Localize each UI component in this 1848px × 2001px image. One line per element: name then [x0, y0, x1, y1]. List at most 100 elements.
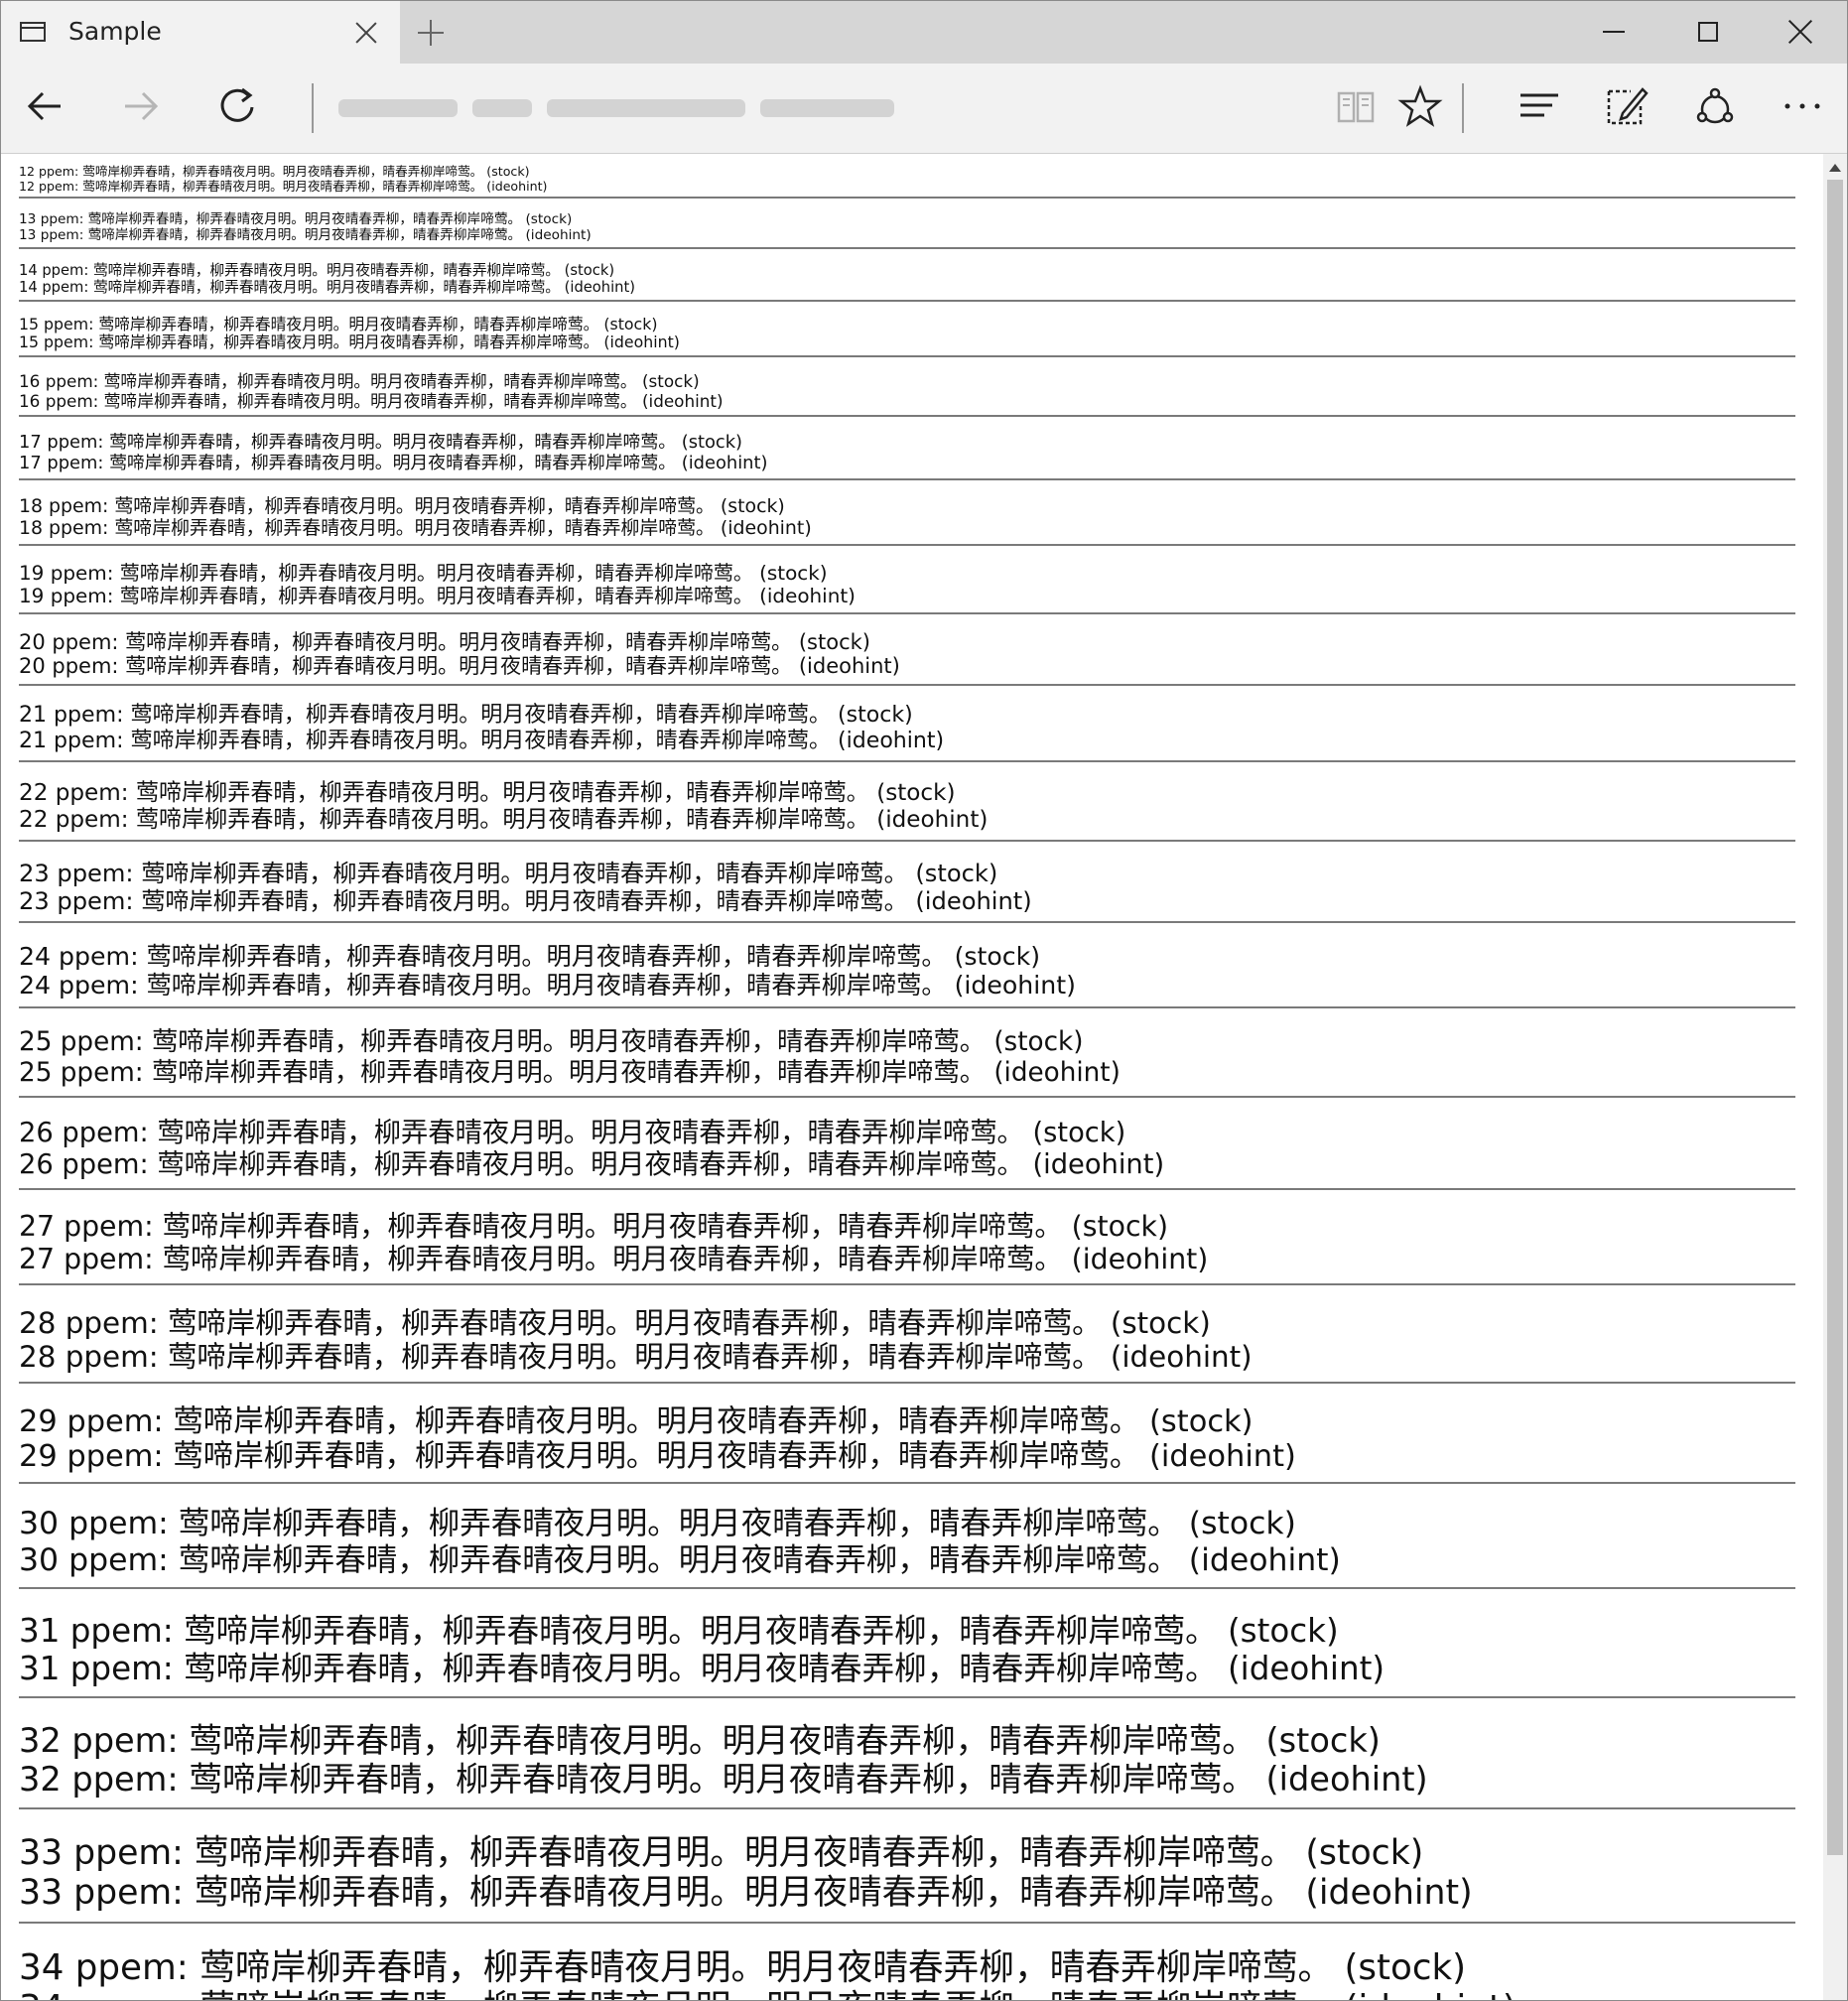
page-icon: [20, 22, 46, 42]
sample-line-stock: 22 ppem: 莺啼岸柳弄春晴，柳弄春晴夜月明。明月夜晴春弄柳，晴春弄柳岸啼莺…: [19, 780, 956, 806]
sample-line-stock: 26 ppem: 莺啼岸柳弄春晴，柳弄春晴夜月明。明月夜晴春弄柳，晴春弄柳岸啼莺…: [19, 1118, 1126, 1148]
sample-section: 30 ppem: 莺啼岸柳弄春晴，柳弄春晴夜月明。明月夜晴春弄柳，晴春弄柳岸啼莺…: [19, 1506, 1795, 1589]
sample-section: 21 ppem: 莺啼岸柳弄春晴，柳弄春晴夜月明。明月夜晴春弄柳，晴春弄柳岸啼莺…: [19, 703, 1795, 762]
blurred-url-segment: [760, 99, 894, 117]
book-icon[interactable]: [1331, 81, 1381, 131]
sample-line-ideohint: 29 ppem: 莺啼岸柳弄春晴，柳弄春晴夜月明。明月夜晴春弄柳，晴春弄柳岸啼莺…: [19, 1439, 1296, 1474]
sample-line-ideohint: 27 ppem: 莺啼岸柳弄春晴，柳弄春晴夜月明。明月夜晴春弄柳，晴春弄柳岸啼莺…: [19, 1243, 1209, 1275]
sample-section: 29 ppem: 莺啼岸柳弄春晴，柳弄春晴夜月明。明月夜晴春弄柳，晴春弄柳岸啼莺…: [19, 1404, 1795, 1484]
sample-line-stock: 23 ppem: 莺啼岸柳弄春晴，柳弄春晴夜月明。明月夜晴春弄柳，晴春弄柳岸啼莺…: [19, 860, 998, 887]
sample-line-stock: 17 ppem: 莺啼岸柳弄春晴，柳弄春晴夜月明。明月夜晴春弄柳，晴春弄柳岸啼莺…: [19, 432, 743, 453]
sample-line-ideohint: 23 ppem: 莺啼岸柳弄春晴，柳弄春晴夜月明。明月夜晴春弄柳，晴春弄柳岸啼莺…: [19, 887, 1032, 915]
sample-line-ideohint: 21 ppem: 莺啼岸柳弄春晴，柳弄春晴夜月明。明月夜晴春弄柳，晴春弄柳岸啼莺…: [19, 729, 945, 753]
refresh-icon[interactable]: [212, 81, 262, 131]
share-icon[interactable]: [1690, 81, 1740, 131]
sample-line-ideohint: 33 ppem: 莺啼岸柳弄春晴，柳弄春晴夜月明。明月夜晴春弄柳，晴春弄柳岸啼莺…: [19, 1873, 1473, 1913]
sample-line-ideohint: 24 ppem: 莺啼岸柳弄春晴，柳弄春晴夜月明。明月夜晴春弄柳，晴春弄柳岸啼莺…: [19, 971, 1076, 1000]
sample-section: 32 ppem: 莺啼岸柳弄春晴，柳弄春晴夜月明。明月夜晴春弄柳，晴春弄柳岸啼莺…: [19, 1721, 1795, 1809]
scroll-thumb[interactable]: [1827, 180, 1843, 1855]
sample-section: 25 ppem: 莺啼岸柳弄春晴，柳弄春晴夜月明。明月夜晴春弄柳，晴春弄柳岸啼莺…: [19, 1027, 1795, 1098]
navigation-bar: [1, 64, 1847, 154]
sample-line-stock: 34 ppem: 莺啼岸柳弄春晴，柳弄春晴夜月明。明月夜晴春弄柳，晴春弄柳岸啼莺…: [19, 1947, 1467, 1988]
sample-line-ideohint: 28 ppem: 莺啼岸柳弄春晴，柳弄春晴夜月明。明月夜晴春弄柳，晴春弄柳岸啼莺…: [19, 1340, 1253, 1374]
sample-section: 20 ppem: 莺啼岸柳弄春晴，柳弄春晴夜月明。明月夜晴春弄柳，晴春弄柳岸啼莺…: [19, 630, 1795, 686]
sample-line-ideohint: 30 ppem: 莺啼岸柳弄春晴，柳弄春晴夜月明。明月夜晴春弄柳，晴春弄柳岸啼莺…: [19, 1542, 1341, 1578]
sample-line-stock: 12 ppem: 莺啼岸柳弄春晴，柳弄春晴夜月明。明月夜晴春弄柳，晴春弄柳岸啼莺…: [19, 164, 530, 179]
sample-line-ideohint: 26 ppem: 莺啼岸柳弄春晴，柳弄春晴夜月明。明月夜晴春弄柳，晴春弄柳岸啼莺…: [19, 1149, 1165, 1180]
sample-line-ideohint: 19 ppem: 莺啼岸柳弄春晴，柳弄春晴夜月明。明月夜晴春弄柳，晴春弄柳岸啼莺…: [19, 584, 856, 607]
vertical-scrollbar[interactable]: [1823, 154, 1847, 2000]
new-tab-plus-icon[interactable]: [418, 20, 444, 46]
pen-note-icon[interactable]: [1601, 81, 1650, 131]
sample-section: 34 ppem: 莺啼岸柳弄春晴，柳弄春晴夜月明。明月夜晴春弄柳，晴春弄柳岸啼莺…: [19, 1947, 1795, 2000]
back-arrow-icon[interactable]: [21, 81, 70, 131]
sample-line-stock: 31 ppem: 莺啼岸柳弄春晴，柳弄春晴夜月明。明月夜晴春弄柳，晴春弄柳岸啼莺…: [19, 1612, 1339, 1650]
more-icon[interactable]: [1778, 81, 1827, 131]
hub-icon[interactable]: [1515, 81, 1564, 131]
sample-line-ideohint: 18 ppem: 莺啼岸柳弄春晴，柳弄春晴夜月明。明月夜晴春弄柳，晴春弄柳岸啼莺…: [19, 517, 812, 539]
sample-line-ideohint: 13 ppem: 莺啼岸柳弄春晴，柳弄春晴夜月明。明月夜晴春弄柳，晴春弄柳岸啼莺…: [19, 227, 592, 243]
close-tab-icon[interactable]: [354, 21, 378, 45]
sample-line-stock: 25 ppem: 莺啼岸柳弄春晴，柳弄春晴夜月明。明月夜晴春弄柳，晴春弄柳岸啼莺…: [19, 1027, 1084, 1057]
sample-line-stock: 24 ppem: 莺啼岸柳弄春晴，柳弄春晴夜月明。明月夜晴春弄柳，晴春弄柳岸啼莺…: [19, 942, 1041, 971]
sample-section: 19 ppem: 莺啼岸柳弄春晴，柳弄春晴夜月明。明月夜晴春弄柳，晴春弄柳岸啼莺…: [19, 562, 1795, 614]
sample-section: 28 ppem: 莺啼岸柳弄春晴，柳弄春晴夜月明。明月夜晴春弄柳，晴春弄柳岸啼莺…: [19, 1306, 1795, 1384]
minimize-icon[interactable]: [1603, 31, 1625, 33]
address-bar[interactable]: [329, 83, 1321, 133]
sample-line-ideohint: 22 ppem: 莺啼岸柳弄春晴，柳弄春晴夜月明。明月夜晴春弄柳，晴春弄柳岸啼莺…: [19, 807, 989, 833]
sample-section: 15 ppem: 莺啼岸柳弄春晴，柳弄春晴夜月明。明月夜晴春弄柳，晴春弄柳岸啼莺…: [19, 316, 1795, 357]
blurred-url-segment: [472, 99, 532, 117]
tab-bar: Sample: [1, 1, 1847, 64]
sample-line-stock: 14 ppem: 莺啼岸柳弄春晴，柳弄春晴夜月明。明月夜晴春弄柳，晴春弄柳岸啼莺…: [19, 262, 615, 279]
sample-line-stock: 19 ppem: 莺啼岸柳弄春晴，柳弄春晴夜月明。明月夜晴春弄柳，晴春弄柳岸啼莺…: [19, 561, 828, 585]
toolbar-separator: [1462, 83, 1464, 133]
blurred-url-segment: [338, 99, 458, 117]
toolbar-separator: [312, 83, 314, 133]
sample-line-stock: 27 ppem: 莺啼岸柳弄春晴，柳弄春晴夜月明。明月夜晴春弄柳，晴春弄柳岸啼莺…: [19, 1210, 1169, 1243]
sample-line-ideohint: 34 ppem: 莺啼岸柳弄春晴，柳弄春晴夜月明。明月夜晴春弄柳，晴春弄柳岸啼莺…: [19, 1988, 1795, 2000]
page-content: 12 ppem: 莺啼岸柳弄春晴，柳弄春晴夜月明。明月夜晴春弄柳，晴春弄柳岸啼莺…: [1, 154, 1822, 2000]
sample-section: 12 ppem: 莺啼岸柳弄春晴，柳弄春晴夜月明。明月夜晴春弄柳，晴春弄柳岸啼莺…: [19, 164, 1795, 199]
sample-line-ideohint: 20 ppem: 莺啼岸柳弄春晴，柳弄春晴夜月明。明月夜晴春弄柳，晴春弄柳岸啼莺…: [19, 654, 900, 678]
sample-line-stock: 18 ppem: 莺啼岸柳弄春晴，柳弄春晴夜月明。明月夜晴春弄柳，晴春弄柳岸啼莺…: [19, 495, 785, 517]
sample-line-ideohint: 17 ppem: 莺啼岸柳弄春晴，柳弄春晴夜月明。明月夜晴春弄柳，晴春弄柳岸啼莺…: [19, 453, 768, 473]
sample-line-ideohint: 15 ppem: 莺啼岸柳弄春晴，柳弄春晴夜月明。明月夜晴春弄柳，晴春弄柳岸啼莺…: [19, 333, 680, 351]
sample-section: 13 ppem: 莺啼岸柳弄春晴，柳弄春晴夜月明。明月夜晴春弄柳，晴春弄柳岸啼莺…: [19, 211, 1795, 249]
sample-line-stock: 20 ppem: 莺啼岸柳弄春晴，柳弄春晴夜月明。明月夜晴春弄柳，晴春弄柳岸啼莺…: [19, 630, 870, 654]
sample-section: 31 ppem: 莺啼岸柳弄春晴，柳弄春晴夜月明。明月夜晴春弄柳，晴春弄柳岸啼莺…: [19, 1612, 1795, 1698]
sample-section: 18 ppem: 莺啼岸柳弄春晴，柳弄春晴夜月明。明月夜晴春弄柳，晴春弄柳岸啼莺…: [19, 495, 1795, 546]
sample-line-stock: 13 ppem: 莺啼岸柳弄春晴，柳弄春晴夜月明。明月夜晴春弄柳，晴春弄柳岸啼莺…: [19, 211, 573, 227]
sample-section: 14 ppem: 莺啼岸柳弄春晴，柳弄春晴夜月明。明月夜晴春弄柳，晴春弄柳岸啼莺…: [19, 262, 1795, 302]
tab-title: Sample: [68, 17, 162, 46]
forward-arrow-icon[interactable]: [115, 81, 165, 131]
sample-line-stock: 16 ppem: 莺啼岸柳弄春晴，柳弄春晴夜月明。明月夜晴春弄柳，晴春弄柳岸啼莺…: [19, 371, 700, 391]
sample-line-stock: 30 ppem: 莺啼岸柳弄春晴，柳弄春晴夜月明。明月夜晴春弄柳，晴春弄柳岸啼莺…: [19, 1506, 1296, 1541]
browser-window: Sample 12 ppem: 莺啼岸柳弄春晴，柳弄春晴夜月明。明月夜晴春弄柳，…: [0, 0, 1848, 2001]
sample-section: 22 ppem: 莺啼岸柳弄春晴，柳弄春晴夜月明。明月夜晴春弄柳，晴春弄柳岸啼莺…: [19, 780, 1795, 842]
sample-section: 33 ppem: 莺啼岸柳弄春晴，柳弄春晴夜月明。明月夜晴春弄柳，晴春弄柳岸啼莺…: [19, 1833, 1795, 1924]
maximize-icon[interactable]: [1698, 22, 1718, 42]
sample-line-stock: 33 ppem: 莺啼岸柳弄春晴，柳弄春晴夜月明。明月夜晴春弄柳，晴春弄柳岸啼莺…: [19, 1833, 1424, 1873]
sample-line-stock: 29 ppem: 莺啼岸柳弄春晴，柳弄春晴夜月明。明月夜晴春弄柳，晴春弄柳岸啼莺…: [19, 1404, 1254, 1439]
sample-line-ideohint: 31 ppem: 莺啼岸柳弄春晴，柳弄春晴夜月明。明月夜晴春弄柳，晴春弄柳岸啼莺…: [19, 1650, 1386, 1687]
sample-section: 27 ppem: 莺啼岸柳弄春晴，柳弄春晴夜月明。明月夜晴春弄柳，晴春弄柳岸啼莺…: [19, 1210, 1795, 1285]
sample-line-ideohint: 14 ppem: 莺啼岸柳弄春晴，柳弄春晴夜月明。明月夜晴春弄柳，晴春弄柳岸啼莺…: [19, 279, 635, 296]
sample-section: 23 ppem: 莺啼岸柳弄春晴，柳弄春晴夜月明。明月夜晴春弄柳，晴春弄柳岸啼莺…: [19, 860, 1795, 923]
sample-line-stock: 32 ppem: 莺啼岸柳弄春晴，柳弄春晴夜月明。明月夜晴春弄柳，晴春弄柳岸啼莺…: [19, 1721, 1381, 1760]
sample-section: 16 ppem: 莺啼岸柳弄春晴，柳弄春晴夜月明。明月夜晴春弄柳，晴春弄柳岸啼莺…: [19, 371, 1795, 417]
sample-line-stock: 15 ppem: 莺啼岸柳弄春晴，柳弄春晴夜月明。明月夜晴春弄柳，晴春弄柳岸啼莺…: [19, 315, 658, 334]
sample-line-ideohint: 16 ppem: 莺啼岸柳弄春晴，柳弄春晴夜月明。明月夜晴春弄柳，晴春弄柳岸啼莺…: [19, 391, 724, 411]
sample-section: 17 ppem: 莺啼岸柳弄春晴，柳弄春晴夜月明。明月夜晴春弄柳，晴春弄柳岸啼莺…: [19, 432, 1795, 480]
close-window-icon[interactable]: [1787, 19, 1813, 45]
sample-section: 26 ppem: 莺啼岸柳弄春晴，柳弄春晴夜月明。明月夜晴春弄柳，晴春弄柳岸啼莺…: [19, 1118, 1795, 1190]
sample-line-stock: 21 ppem: 莺啼岸柳弄春晴，柳弄春晴夜月明。明月夜晴春弄柳，晴春弄柳岸啼莺…: [19, 703, 913, 728]
tab-sample[interactable]: Sample: [1, 1, 400, 64]
blurred-url-segment: [547, 99, 745, 117]
sample-line-stock: 28 ppem: 莺啼岸柳弄春晴，柳弄春晴夜月明。明月夜晴春弄柳，晴春弄柳岸啼莺…: [19, 1306, 1211, 1340]
sample-line-ideohint: 25 ppem: 莺啼岸柳弄春晴，柳弄春晴夜月明。明月夜晴春弄柳，晴春弄柳岸啼莺…: [19, 1058, 1121, 1088]
star-icon[interactable]: [1395, 81, 1445, 131]
sample-line-ideohint: 32 ppem: 莺啼岸柳弄春晴，柳弄春晴夜月明。明月夜晴春弄柳，晴春弄柳岸啼莺…: [19, 1760, 1428, 1799]
sample-section: 24 ppem: 莺啼岸柳弄春晴，柳弄春晴夜月明。明月夜晴春弄柳，晴春弄柳岸啼莺…: [19, 942, 1795, 1008]
sample-line-ideohint: 12 ppem: 莺啼岸柳弄春晴，柳弄春晴夜月明。明月夜晴春弄柳，晴春弄柳岸啼莺…: [19, 179, 548, 194]
scroll-up-arrow-icon[interactable]: [1829, 164, 1841, 172]
